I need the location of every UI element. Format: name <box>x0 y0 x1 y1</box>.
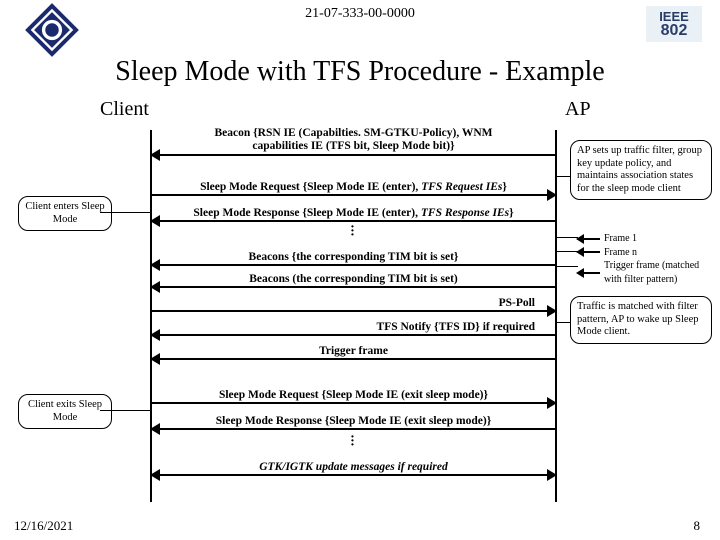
legend-framen: Frame n <box>604 246 637 260</box>
msg-text: } <box>502 181 507 193</box>
msg-text: } <box>509 207 514 219</box>
ieee-diamond-logo <box>24 2 80 58</box>
msg-text: GTK/IGTK update messages if required <box>259 461 447 473</box>
arrow-left-icon <box>150 329 160 341</box>
legend-frame1: Frame 1 <box>604 232 637 246</box>
legend-trigger: Trigger frame (matched with filter patte… <box>604 259 714 286</box>
msg-sm-request-enter: Sleep Mode Request {Sleep Mode IE (enter… <box>152 194 555 196</box>
vertical-dots: ··· <box>150 226 555 238</box>
msg-text: Beacon {RSN IE (Capabilties. SM-GTKU-Pol… <box>214 127 492 139</box>
msg-trigger-frame: Trigger frame <box>152 358 555 360</box>
arrow-left-icon <box>578 272 600 274</box>
footer-page: 8 <box>694 518 701 534</box>
msg-sm-request-exit: Sleep Mode Request {Sleep Mode IE (exit … <box>152 402 555 404</box>
msg-beacons-tim-1: Beacons {the corresponding TIM bit is se… <box>152 264 555 266</box>
msg-text: capabilities IE (TFS bit, Sleep Mode bit… <box>252 140 454 152</box>
sequence-diagram: Client AP Client enters Sleep Mode Clien… <box>0 96 720 514</box>
msg-text-ital: TFS Request IEs <box>421 181 502 193</box>
doc-header: 21-07-333-00-0000 <box>0 6 720 22</box>
msg-text: Sleep Mode Response {Sleep Mode IE (ente… <box>193 207 420 219</box>
ieee-802-badge: IEEE 802 <box>646 6 702 42</box>
doc-number: 21-07-333-00-0000 <box>305 6 415 22</box>
connector-line <box>100 410 150 411</box>
footer-date: 12/16/2021 <box>14 518 73 534</box>
arrow-left-icon <box>578 251 600 253</box>
vertical-dots: ··· <box>150 436 555 448</box>
connector-line <box>556 176 570 177</box>
legend-row: Frame n <box>578 246 714 260</box>
msg-text: Beacons {the corresponding TIM bit is se… <box>152 251 555 263</box>
legend-row: Trigger frame (matched with filter patte… <box>578 259 714 286</box>
note-client-exits: Client exits Sleep Mode <box>18 394 112 429</box>
msg-text: Trigger frame <box>152 345 555 357</box>
msg-tfs-notify: TFS Notify {TFS ID} if required <box>152 334 555 336</box>
msg-gtk-update: GTK/IGTK update messages if required <box>152 474 555 476</box>
msg-text: TFS Notify {TFS ID} if required <box>377 321 535 333</box>
lifeline-label-client: Client <box>100 98 149 121</box>
ieee-text: IEEE <box>659 10 689 23</box>
msg-beacon-caps: Beacon {RSN IE (Capabilties. SM-GTKU-Pol… <box>152 154 555 156</box>
legend-row: Frame 1 <box>578 232 714 246</box>
msg-text-ital: TFS Response IEs <box>421 207 509 219</box>
msg-text: Beacons (the corresponding TIM bit is se… <box>152 273 555 285</box>
arrow-left-icon <box>578 238 600 240</box>
connector-line <box>556 237 578 238</box>
msg-text: Sleep Mode Response {Sleep Mode IE (exit… <box>152 415 555 427</box>
note-ap-filter: AP sets up traffic filter, group key upd… <box>570 140 712 200</box>
note-traffic-match: Traffic is matched with filter pattern, … <box>570 296 712 344</box>
msg-text: Sleep Mode Request {Sleep Mode IE (enter… <box>200 181 421 193</box>
page-title: Sleep Mode with TFS Procedure - Example <box>0 56 720 88</box>
msg-ps-poll: PS-Poll <box>152 310 555 312</box>
connector-line <box>556 266 578 267</box>
connector-line <box>556 322 570 323</box>
connector-line <box>100 212 150 213</box>
lifeline-label-ap: AP <box>565 98 591 121</box>
msg-beacons-tim-2: Beacons (the corresponding TIM bit is se… <box>152 286 555 288</box>
connector-line <box>556 251 578 252</box>
ieee-802-text: 802 <box>661 23 688 39</box>
msg-text: PS-Poll <box>499 297 535 309</box>
msg-text: Sleep Mode Request {Sleep Mode IE (exit … <box>152 389 555 401</box>
arrow-right-icon <box>547 305 557 317</box>
legend: Frame 1 Frame n Trigger frame (matched w… <box>578 232 714 286</box>
note-client-enters: Client enters Sleep Mode <box>18 196 112 231</box>
